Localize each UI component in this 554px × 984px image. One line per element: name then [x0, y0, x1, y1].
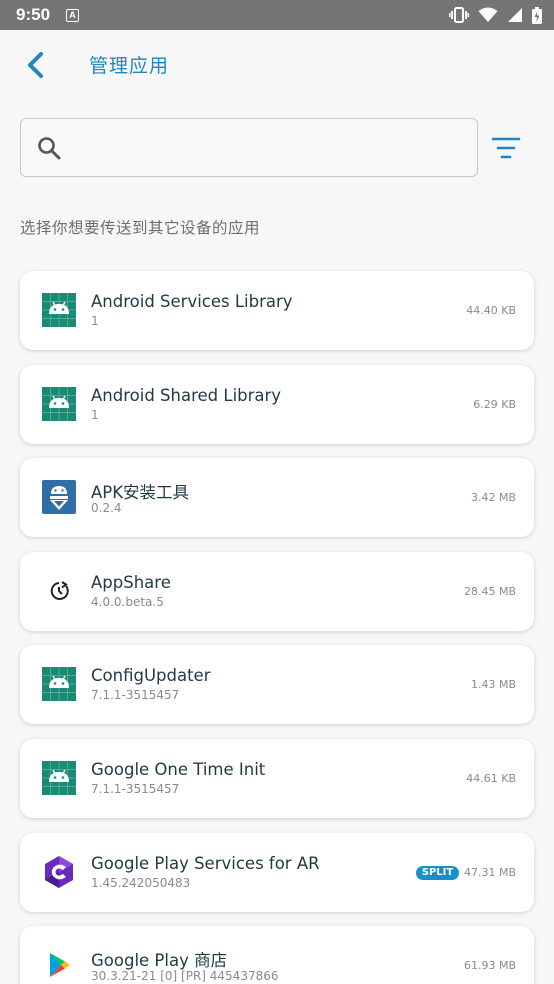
apk-installer-icon: [42, 480, 76, 515]
battery-icon: [532, 6, 542, 24]
appshare-icon: [42, 574, 76, 608]
play-store-icon: [42, 948, 76, 982]
app-name: AppShare: [91, 572, 171, 592]
wifi-icon: [478, 7, 498, 22]
app-item-google-one-time-init[interactable]: Google One Time Init 7.1.1-3515457 44.61…: [20, 738, 534, 818]
app-version: 7.1.1-3515457: [91, 781, 180, 796]
signal-icon: [508, 8, 522, 22]
android-icon: [42, 386, 76, 421]
app-version: 30.3.21-21 [0] [PR] 445437866: [91, 969, 279, 984]
app-name: Google Play Services for AR: [91, 853, 320, 873]
filter-button[interactable]: [489, 133, 523, 163]
back-button[interactable]: [20, 50, 50, 80]
app-item-google-play-services-for-ar[interactable]: Google Play Services for AR 1.45.2420504…: [20, 832, 534, 912]
status-bar: 9:50 A: [0, 0, 554, 30]
app-version: 1: [91, 314, 99, 328]
app-name: Google Play 商店: [91, 951, 228, 971]
app-name: ConfigUpdater: [91, 666, 211, 686]
filter-icon: [491, 137, 521, 159]
app-version: 1.45.242050483: [91, 875, 191, 890]
app-version: 0.2.4: [91, 501, 122, 516]
notification-a-icon: A: [66, 8, 80, 22]
app-size: 61.93 MB: [463, 959, 516, 973]
android-icon: [42, 760, 76, 795]
android-icon: [42, 293, 76, 327]
back-arrow-icon: [28, 52, 43, 78]
status-time: 9:50: [16, 5, 51, 24]
vibrate-icon: [449, 7, 469, 23]
app-size: 6.29 KB: [473, 397, 516, 411]
app-size: 44.40 KB: [466, 304, 516, 317]
app-name: APK安装工具: [91, 483, 190, 503]
android-icon: [42, 667, 76, 702]
search-icon: [38, 136, 61, 159]
app-item-android-services-library[interactable]: Android Services Library 1 44.40 KB: [20, 271, 534, 350]
split-badge: SPLIT: [416, 865, 459, 880]
app-name: Android Shared Library: [91, 385, 282, 405]
app-list: Android Services Library 1 44.40 KB Andr…: [20, 271, 534, 984]
page-title: 管理应用: [89, 55, 170, 77]
app-item-android-shared-library[interactable]: Android Shared Library 1 6.29 KB: [20, 364, 534, 444]
app-size: 1.43 MB: [470, 678, 516, 692]
app-item-configupdater[interactable]: ConfigUpdater 7.1.1-3515457 1.43 MB: [20, 645, 534, 725]
search-input[interactable]: [71, 127, 451, 168]
app-item-appshare[interactable]: AppShare 4.0.0.beta.5 28.45 MB: [20, 551, 534, 631]
app-header: 管理应用: [0, 30, 554, 98]
app-version: 1: [91, 407, 99, 422]
app-size: 44.61 KB: [466, 771, 516, 785]
status-icons: [449, 6, 542, 24]
search-box[interactable]: [20, 118, 478, 177]
instruction-text: 选择你想要传送到其它设备的应用: [20, 219, 261, 237]
app-size: 28.45 MB: [463, 584, 516, 598]
app-version: 4.0.0.beta.5: [91, 594, 164, 609]
app-size: 3.42 MB: [470, 491, 516, 505]
app-item-google-play-store[interactable]: Google Play 商店 30.3.21-21 [0] [PR] 44543…: [20, 926, 534, 984]
app-item-apk-installer[interactable]: APK安装工具 0.2.4 3.42 MB: [20, 458, 534, 538]
app-name: Google One Time Init: [91, 759, 266, 779]
app-version: 7.1.1-3515457: [91, 688, 180, 703]
app-name: Android Services Library: [91, 292, 293, 311]
arcore-icon: [42, 855, 76, 889]
app-size: 47.31 MB: [463, 865, 516, 879]
